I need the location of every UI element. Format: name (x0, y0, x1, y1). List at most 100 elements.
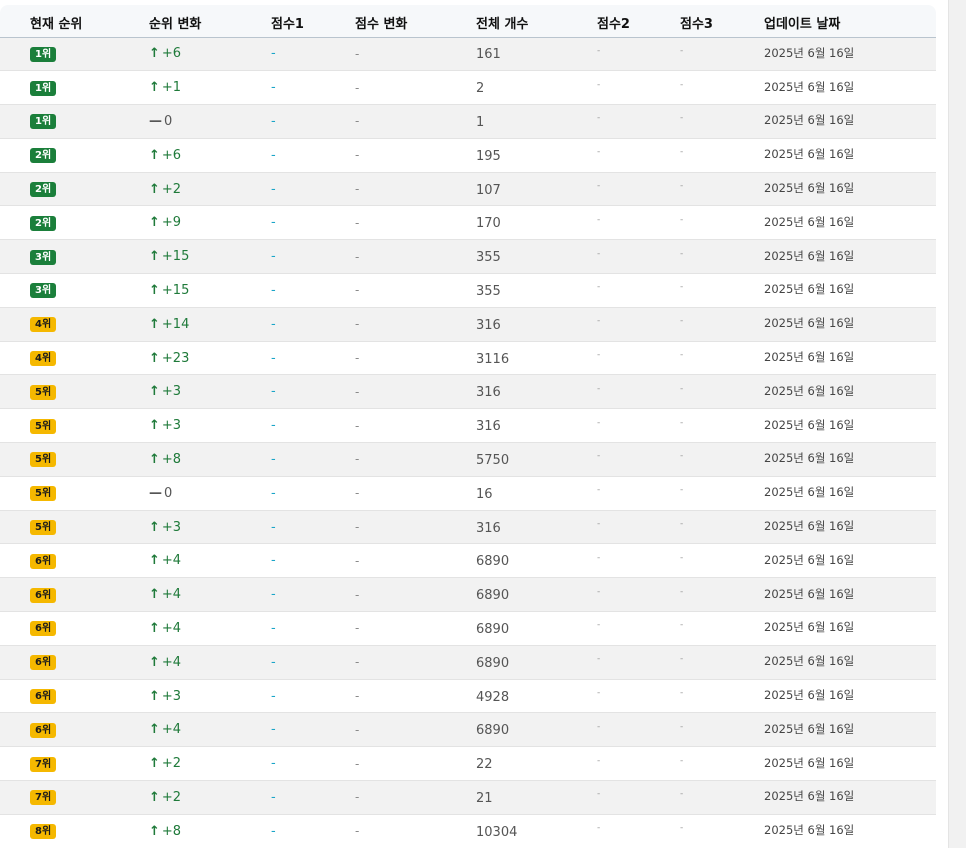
ranking-table: 현재 순위 순위 변화 점수1 점수 변화 전체 개수 점수2 점수3 업데이트… (0, 5, 936, 848)
score1-cell: - (271, 781, 355, 815)
rank-change-cell: ↑ +4 (149, 713, 271, 747)
update-date-value: 2025년 6월 16일 (764, 181, 855, 196)
rank-change-cell: ↑ +3 (149, 375, 271, 409)
table-row[interactable]: 6위 ↑ +4 - - 6890 - - 2025년 6월 16일 (0, 611, 936, 646)
score3-value: - (680, 620, 684, 631)
score3-cell: - (680, 713, 764, 747)
rank-change: ↑ +4 (149, 587, 181, 602)
header-rank-change[interactable]: 순위 변화 (149, 5, 271, 37)
table-row[interactable]: 4위 ↑ +23 - - 3116 - - 2025년 6월 16일 (0, 341, 936, 375)
table-row[interactable]: 2위 ↑ +6 - - 195 - - 2025년 6월 16일 (0, 138, 936, 173)
score2-value: - (597, 654, 601, 665)
update-date-cell: 2025년 6월 16일 (764, 612, 936, 646)
rank-change: ↑ +15 (149, 249, 189, 264)
table-row[interactable]: 5위 —0 - - 16 - - 2025년 6월 16일 (0, 476, 936, 511)
table-row[interactable]: 2위 ↑ +2 - - 107 - - 2025년 6월 16일 (0, 172, 936, 206)
total-count-value: 316 (476, 317, 501, 333)
score2-value: - (597, 823, 601, 834)
header-update-date[interactable]: 업데이트 날짜 (764, 5, 936, 37)
score-change-value: - (355, 520, 360, 535)
table-row[interactable]: 3위 ↑ +15 - - 355 - - 2025년 6월 16일 (0, 239, 936, 274)
total-count-value: 6890 (476, 554, 510, 570)
rank-change-cell: ↑ +2 (149, 172, 271, 206)
header-score-change[interactable]: 점수 변화 (355, 5, 476, 37)
table-row[interactable]: 6위 ↑ +4 - - 6890 - - 2025년 6월 16일 (0, 712, 936, 747)
table-row[interactable]: 2위 ↑ +9 - - 170 - - 2025년 6월 16일 (0, 205, 936, 240)
rank-change-value: +2 (161, 789, 182, 805)
table-header: 현재 순위 순위 변화 점수1 점수 변화 전체 개수 점수2 점수3 업데이트… (0, 5, 936, 37)
total-count-value: 6890 (476, 723, 510, 739)
score-change-value: - (355, 790, 360, 805)
table-row[interactable]: 5위 ↑ +3 - - 316 - - 2025년 6월 16일 (0, 374, 936, 409)
score2-value: - (597, 45, 601, 56)
header-current-rank[interactable]: 현재 순위 (0, 5, 149, 37)
score1-value: - (271, 519, 276, 535)
table-row[interactable]: 6위 ↑ +4 - - 6890 - - 2025년 6월 16일 (0, 543, 936, 578)
table-row[interactable]: 6위 ↑ +4 - - 6890 - - 2025년 6월 16일 (0, 645, 936, 680)
table-row[interactable]: 8위 ↑ +8 - - 10304 - - 2025년 6월 16일 (0, 814, 936, 848)
total-count-cell: 316 (476, 375, 597, 409)
rank-change-value: +3 (161, 519, 182, 535)
score1-cell: - (271, 747, 355, 781)
header-score2[interactable]: 점수2 (597, 5, 680, 37)
update-date-cell: 2025년 6월 16일 (764, 578, 936, 612)
table-row[interactable]: 1위 ↑ +1 - - 2 - - 2025년 6월 16일 (0, 70, 936, 105)
total-count-value: 10304 (476, 824, 518, 840)
update-date-cell: 2025년 6월 16일 (764, 713, 936, 747)
rank-change-value: +8 (161, 823, 182, 839)
score-change-cell: - (355, 375, 476, 409)
score-change-value: - (355, 114, 360, 129)
total-count-cell: 6890 (476, 612, 597, 646)
header-total-count[interactable]: 전체 개수 (476, 5, 597, 37)
score1-cell: - (271, 645, 355, 679)
total-count-value: 6890 (476, 588, 510, 604)
score2-value: - (597, 485, 601, 496)
table-row[interactable]: 7위 ↑ +2 - - 22 - - 2025년 6월 16일 (0, 746, 936, 781)
table-row[interactable]: 3위 ↑ +15 - - 355 - - 2025년 6월 16일 (0, 273, 936, 308)
header-score1[interactable]: 점수1 (271, 5, 355, 37)
header-score3[interactable]: 점수3 (680, 5, 764, 37)
arrow-up-icon: ↑ (149, 282, 160, 298)
score1-cell: - (271, 578, 355, 612)
score3-value: - (680, 485, 684, 496)
score2-cell: - (597, 747, 680, 781)
table-row[interactable]: 1위 —0 - - 1 - - 2025년 6월 16일 (0, 104, 936, 139)
score3-cell: - (680, 544, 764, 578)
table-row[interactable]: 7위 ↑ +2 - - 21 - - 2025년 6월 16일 (0, 780, 936, 815)
table-row[interactable]: 1위 ↑ +6 - - 161 - - 2025년 6월 16일 (0, 37, 936, 71)
rank-change: ↑ +15 (149, 283, 189, 298)
rank-change: ↑ +4 (149, 621, 181, 636)
rank-change: ↑ +1 (149, 80, 181, 95)
score-change-value: - (355, 655, 360, 670)
score-change-cell: - (355, 37, 476, 71)
score2-cell: - (597, 443, 680, 477)
vertical-scrollbar[interactable] (948, 0, 966, 848)
score2-value: - (597, 147, 601, 158)
score2-value: - (597, 282, 601, 293)
score3-value: - (680, 688, 684, 699)
table-row[interactable]: 6위 ↑ +4 - - 6890 - - 2025년 6월 16일 (0, 577, 936, 612)
score2-value: - (597, 755, 601, 766)
score2-cell: - (597, 409, 680, 443)
table-row[interactable]: 5위 ↑ +3 - - 316 - - 2025년 6월 16일 (0, 408, 936, 443)
score1-value: - (271, 249, 276, 265)
score-change-value: - (355, 722, 360, 737)
table-row[interactable]: 5위 ↑ +8 - - 5750 - - 2025년 6월 16일 (0, 442, 936, 477)
rank-cell: 7위 (0, 747, 149, 781)
total-count-value: 3116 (476, 351, 510, 367)
score-change-value: - (355, 215, 360, 230)
score3-value: - (680, 282, 684, 293)
rank-change-value: +3 (161, 418, 182, 434)
score3-cell: - (680, 443, 764, 477)
table-row[interactable]: 4위 ↑ +14 - - 316 - - 2025년 6월 16일 (0, 307, 936, 342)
update-date-value: 2025년 6월 16일 (764, 282, 855, 297)
update-date-cell: 2025년 6월 16일 (764, 71, 936, 105)
rank-change: ↑ +8 (149, 824, 181, 839)
score2-value: - (597, 316, 601, 327)
rank-cell: 5위 (0, 476, 149, 510)
table-row[interactable]: 5위 ↑ +3 - - 316 - - 2025년 6월 16일 (0, 510, 936, 544)
table-row[interactable]: 6위 ↑ +3 - - 4928 - - 2025년 6월 16일 (0, 679, 936, 713)
rank-change-value: +3 (161, 688, 182, 704)
score2-value: - (597, 620, 601, 631)
rank-change-value: +4 (161, 553, 182, 569)
